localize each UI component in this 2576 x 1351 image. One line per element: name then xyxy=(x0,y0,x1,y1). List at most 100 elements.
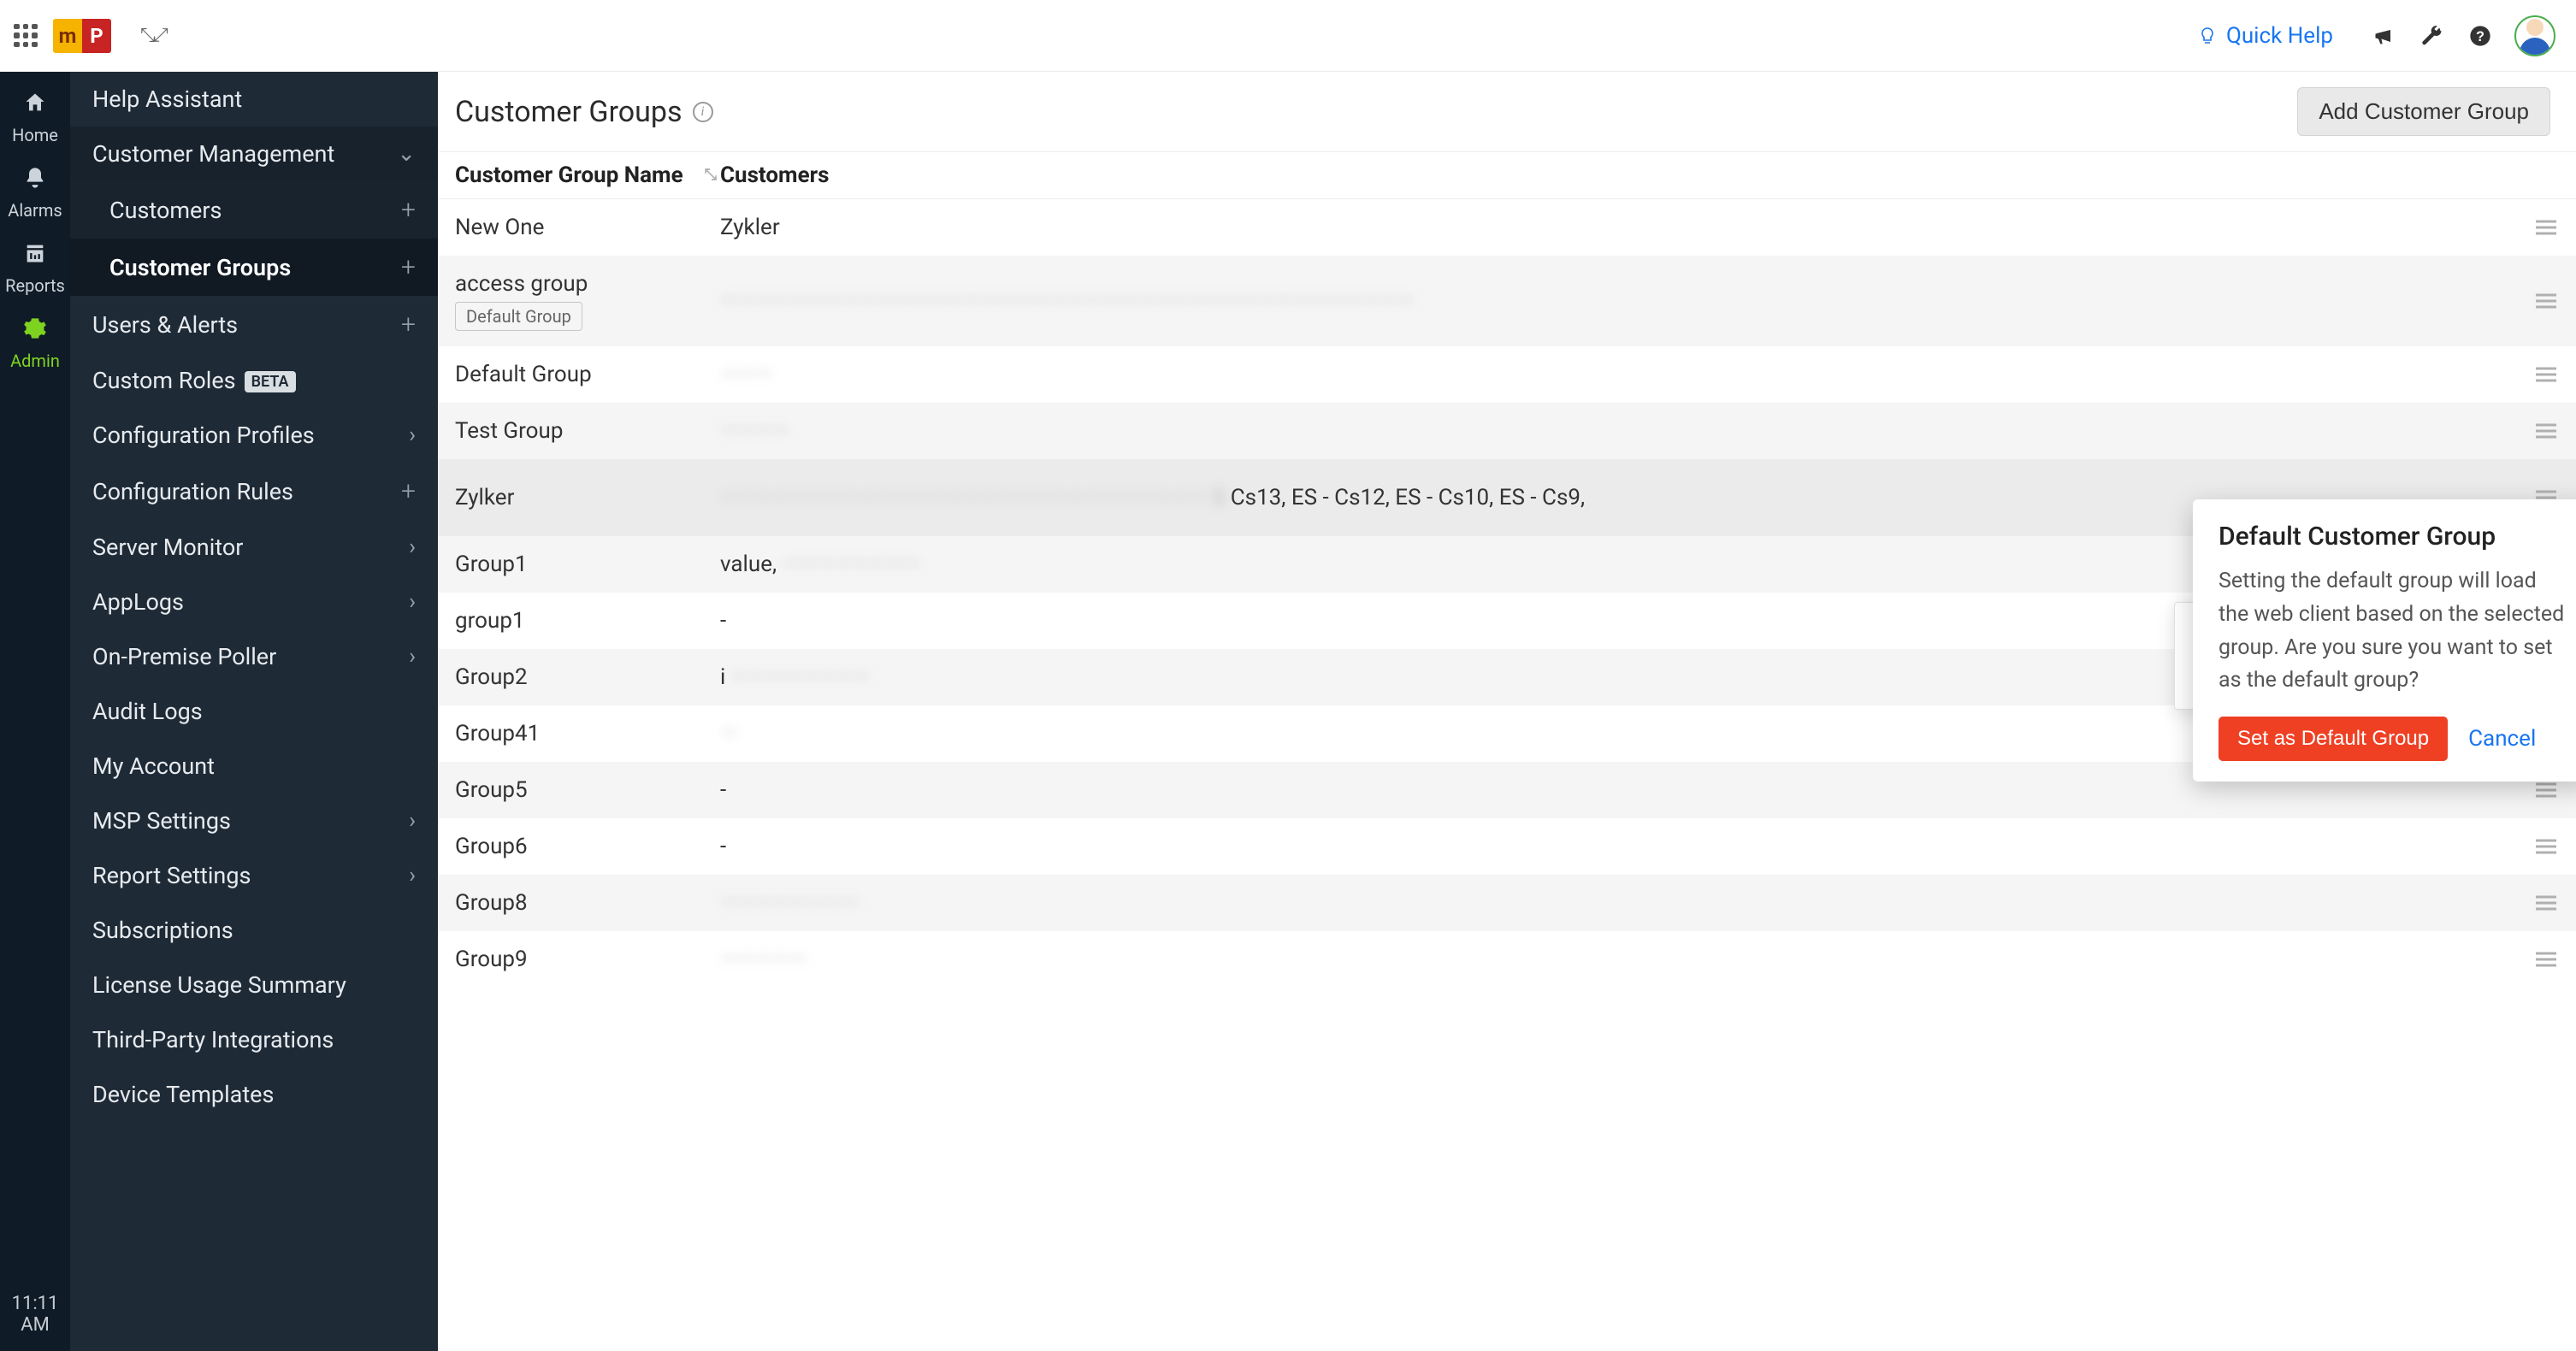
table-row[interactable]: Test Group———— xyxy=(438,403,2576,459)
sidebar-item-help-assistant[interactable]: Help Assistant xyxy=(70,72,438,127)
add-customer-group-button[interactable]: Add Customer Group xyxy=(2297,87,2550,136)
dialog-title: Default Customer Group xyxy=(2219,522,2566,552)
cancel-link[interactable]: Cancel xyxy=(2468,726,2536,752)
cell-customers: ———— xyxy=(720,418,2564,444)
chevron-right-icon: › xyxy=(409,644,416,670)
cell-group-name: Zylker xyxy=(455,485,720,510)
row-menu-icon[interactable] xyxy=(2532,780,2561,801)
admin-sidebar: Help AssistantCustomer Management⌄Custom… xyxy=(70,72,438,1351)
chevron-right-icon: › xyxy=(409,534,416,560)
home-icon xyxy=(5,91,65,121)
cell-group-name: Group41 xyxy=(455,721,720,746)
table-row[interactable]: Group8———————— xyxy=(438,875,2576,931)
sidebar-item-audit-logs[interactable]: Audit Logs xyxy=(70,684,438,739)
sidebar-item-users-alerts[interactable]: Users & Alerts+ xyxy=(70,296,438,353)
cell-group-name: Default Group xyxy=(455,362,720,387)
sidebar-item-customer-groups[interactable]: Customer Groups+ xyxy=(70,239,438,296)
row-menu-icon[interactable] xyxy=(2532,421,2561,442)
help-icon[interactable] xyxy=(2461,17,2499,55)
cell-customers: ———————————————————————————————————————— xyxy=(720,288,2564,314)
chevron-right-icon: › xyxy=(409,422,416,448)
rail-reports[interactable]: Reports xyxy=(5,231,65,306)
table-row[interactable]: access groupDefault Group———————————————… xyxy=(438,256,2576,346)
rail-alarms[interactable]: Alarms xyxy=(5,156,65,231)
cell-group-name: group1 xyxy=(455,608,720,634)
cell-group-name: New One xyxy=(455,215,720,240)
col-header-customers[interactable]: Customers xyxy=(720,162,2550,188)
plus-icon[interactable]: + xyxy=(401,310,416,339)
column-resize-icon[interactable]: ⤡ xyxy=(705,166,717,184)
row-menu-icon[interactable] xyxy=(2532,364,2561,386)
cell-group-name: Group2 xyxy=(455,664,720,690)
sidebar-item-msp-settings[interactable]: MSP Settings› xyxy=(70,793,438,848)
row-menu-icon[interactable] xyxy=(2532,217,2561,239)
brand-logo[interactable]: mP xyxy=(53,17,111,55)
announcements-icon[interactable] xyxy=(2366,17,2403,55)
sidebar-item-customer-management[interactable]: Customer Management⌄ xyxy=(70,127,438,181)
bulb-icon xyxy=(2197,26,2218,46)
rail-home[interactable]: Home xyxy=(5,80,65,156)
cell-group-name: Group8 xyxy=(455,890,720,916)
sidebar-item-my-account[interactable]: My Account xyxy=(70,739,438,793)
rail-admin[interactable]: Admin xyxy=(5,306,65,381)
cell-group-name: Group1 xyxy=(455,552,720,577)
main-content: Customer Groups i Add Customer Group Cus… xyxy=(438,72,2576,1351)
cell-customers: - xyxy=(720,834,2564,859)
report-icon xyxy=(5,241,65,272)
clock: 11:11 AM xyxy=(0,1293,70,1336)
table-header: Customer Group Name ⤡ Customers xyxy=(438,152,2576,199)
cell-group-name: access groupDefault Group xyxy=(455,271,720,331)
bell-icon xyxy=(5,166,65,197)
page-title: Customer Groups i xyxy=(455,95,713,129)
cell-customers: Zykler xyxy=(720,215,2564,240)
cell-group-name: Group9 xyxy=(455,947,720,972)
table-row[interactable]: Group9————— xyxy=(438,931,2576,988)
plus-icon[interactable]: + xyxy=(401,476,416,506)
expand-icon[interactable]: ⤡ ⤢ xyxy=(140,25,165,46)
plus-icon[interactable]: + xyxy=(401,195,416,225)
row-menu-icon[interactable] xyxy=(2532,291,2561,312)
cell-customers: ——— xyxy=(720,362,2564,387)
row-menu-icon[interactable] xyxy=(2532,893,2561,914)
sidebar-item-subscriptions[interactable]: Subscriptions xyxy=(70,903,438,958)
row-menu-icon[interactable] xyxy=(2532,836,2561,858)
sidebar-item-report-settings[interactable]: Report Settings› xyxy=(70,848,438,903)
table-row[interactable]: Group6- xyxy=(438,818,2576,875)
col-header-name[interactable]: Customer Group Name ⤡ xyxy=(455,162,720,188)
sidebar-item-license-usage-summary[interactable]: License Usage Summary xyxy=(70,958,438,1012)
chevron-down-icon: ⌄ xyxy=(397,141,416,167)
sidebar-item-third-party-integrations[interactable]: Third-Party Integrations xyxy=(70,1012,438,1067)
cell-customers: ———————— xyxy=(720,890,2564,916)
sidebar-item-custom-roles[interactable]: Custom RolesBETA xyxy=(70,353,438,408)
cell-group-name: Test Group xyxy=(455,418,720,444)
nav-rail: HomeAlarmsReportsAdmin 11:11 AM xyxy=(0,72,70,1351)
chevron-right-icon: › xyxy=(409,589,416,615)
gear-icon xyxy=(5,316,65,347)
table-row[interactable]: Default Group——— xyxy=(438,346,2576,403)
sidebar-item-on-premise-poller[interactable]: On-Premise Poller› xyxy=(70,629,438,684)
sidebar-item-device-templates[interactable]: Device Templates xyxy=(70,1067,438,1122)
quick-help-link[interactable]: Quick Help xyxy=(2197,23,2333,49)
default-group-dialog: Default Customer Group Setting the defau… xyxy=(2193,499,2576,782)
sidebar-item-configuration-profiles[interactable]: Configuration Profiles› xyxy=(70,408,438,463)
row-menu-icon[interactable] xyxy=(2532,949,2561,970)
default-group-badge: Default Group xyxy=(455,302,582,331)
sidebar-item-customers[interactable]: Customers+ xyxy=(70,181,438,239)
top-bar: mP ⤡ ⤢ Quick Help xyxy=(0,0,2576,72)
info-icon[interactable]: i xyxy=(693,102,713,122)
sidebar-item-configuration-rules[interactable]: Configuration Rules+ xyxy=(70,463,438,520)
quick-help-label: Quick Help xyxy=(2226,23,2333,49)
tools-icon[interactable] xyxy=(2414,17,2451,55)
sidebar-item-applogs[interactable]: AppLogs› xyxy=(70,575,438,629)
user-avatar[interactable] xyxy=(2514,15,2555,56)
chevron-right-icon: › xyxy=(409,863,416,888)
plus-icon[interactable]: + xyxy=(401,252,416,282)
cell-group-name: Group6 xyxy=(455,834,720,859)
apps-launcher-icon[interactable] xyxy=(10,21,41,51)
table-row[interactable]: New OneZykler xyxy=(438,199,2576,256)
cell-customers: ————— xyxy=(720,947,2564,972)
chevron-right-icon: › xyxy=(409,808,416,834)
dialog-body: Setting the default group will load the … xyxy=(2219,565,2566,698)
sidebar-item-server-monitor[interactable]: Server Monitor› xyxy=(70,520,438,575)
set-default-group-button[interactable]: Set as Default Group xyxy=(2219,717,2448,761)
